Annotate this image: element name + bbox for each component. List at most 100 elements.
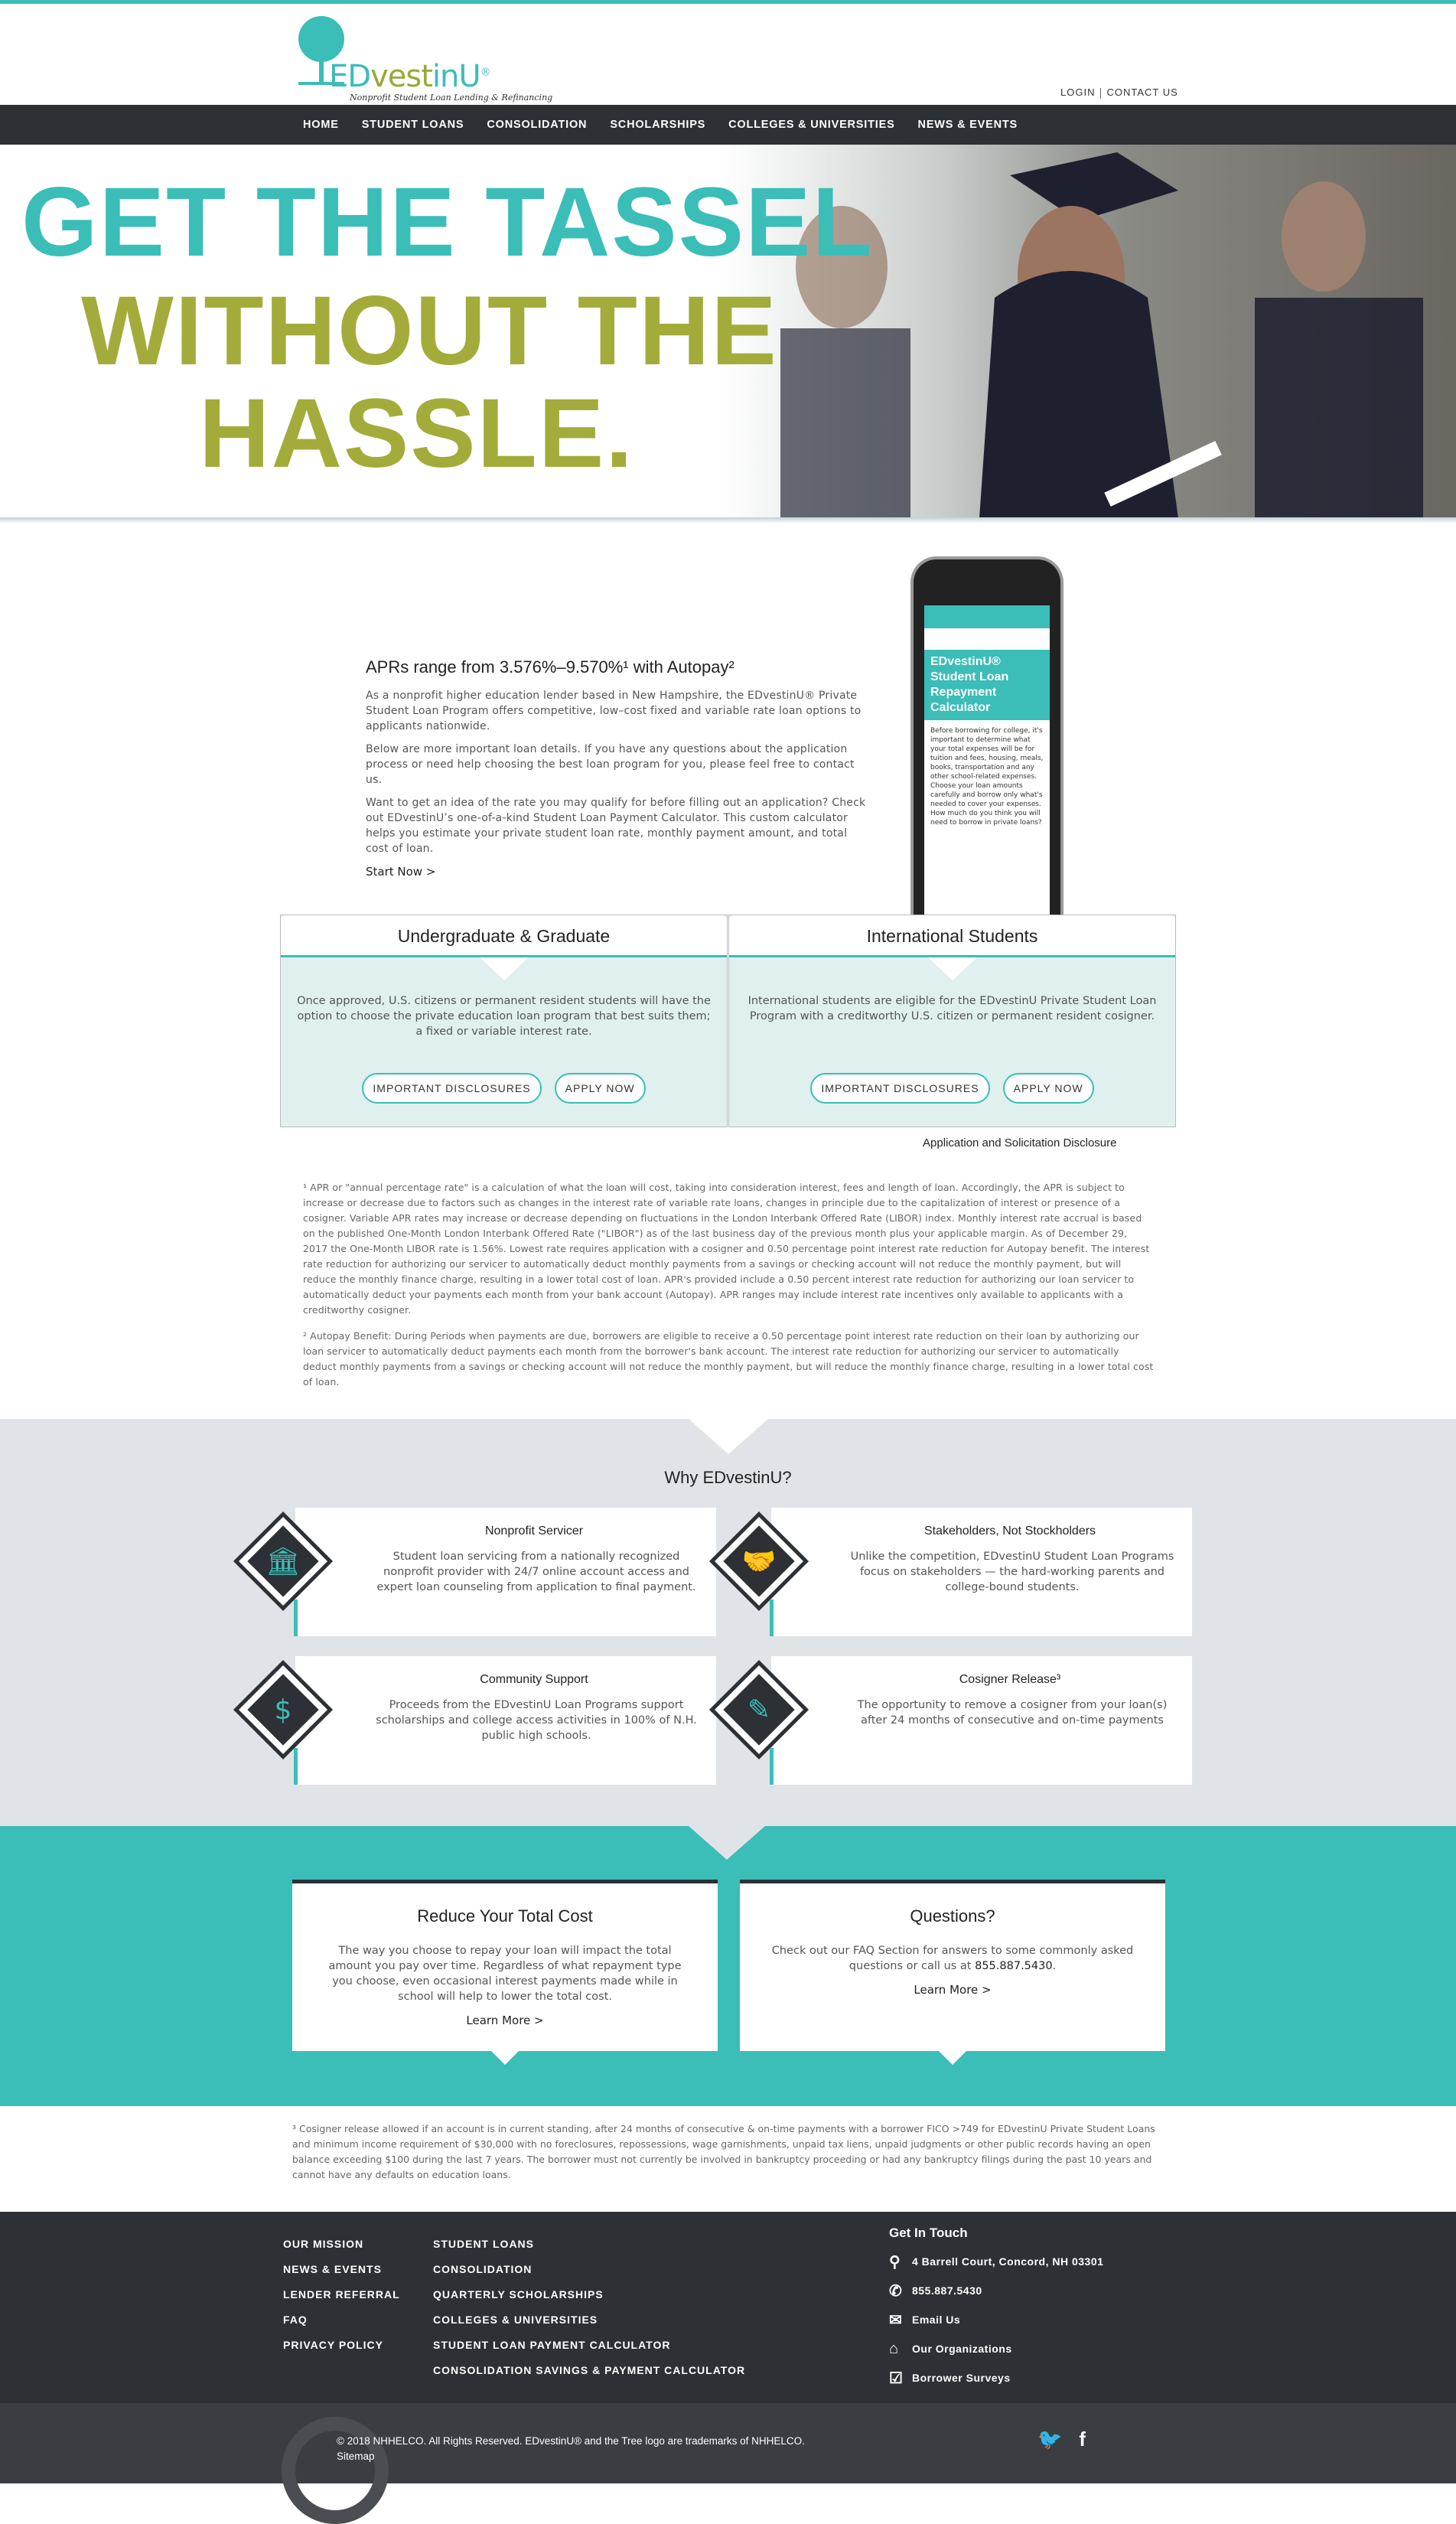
card-body: The opportunity to remove a cosigner fro…: [857, 1699, 1168, 1727]
footer-news-events[interactable]: NEWS & EVENTS: [283, 2257, 400, 2282]
edvestinu-logo[interactable]: EDvestinU® Nonprofit Student Loan Lendin…: [292, 15, 552, 103]
apr-heading: APRs range from 3.576%–9.570%¹ with Auto…: [366, 657, 735, 677]
get-in-touch-heading: Get In Touch: [889, 2226, 968, 2240]
bank-icon: 🏛: [265, 1546, 301, 1577]
nav-consolidation[interactable]: CONSOLIDATION: [487, 105, 587, 145]
card-body: Proceeds from the EDvestinU Loan Program…: [376, 1699, 697, 1742]
email-row[interactable]: ✉ Email Us: [889, 2305, 1103, 2334]
contact-us-link[interactable]: CONTACT US: [1106, 86, 1178, 98]
card-accent-line: [294, 1600, 298, 1636]
card-title: Stakeholders, Not Stockholders: [923, 1525, 1096, 1538]
reduce-cost-title: Reduce Your Total Cost: [417, 1906, 593, 1926]
international-text: International students are eligible for …: [748, 995, 1157, 1022]
phone-mockup: EDvestinU® Student Loan Repayment Calcul…: [910, 556, 1063, 919]
nav-home[interactable]: HOME: [303, 105, 339, 145]
clipboard-check-icon: ☑: [889, 2369, 904, 2387]
international-title: International Students: [729, 915, 1175, 957]
card-nonprofit-servicer: 🏛 Nonprofit Servicer Student loan servic…: [233, 1508, 716, 1636]
nav-news-events[interactable]: NEWS & EVENTS: [918, 105, 1018, 145]
card-accent-line: [770, 1748, 774, 1785]
reduce-cost-box: Reduce Your Total Cost The way you choos…: [292, 1880, 718, 2065]
card-body: Student loan servicing from a nationally…: [376, 1551, 696, 1593]
organizations-row[interactable]: ⌂ Our Organizations: [889, 2334, 1103, 2363]
box-pointer: [491, 2051, 519, 2065]
undergrad-disclosures-button[interactable]: IMPORTANT DISCLOSURES: [362, 1073, 542, 1104]
cta-notch: [689, 1826, 765, 1860]
undergrad-text: Once approved, U.S. citizens or permanen…: [297, 995, 711, 1038]
dollar-icon: $: [274, 1694, 292, 1726]
bottom-bar: © 2018 NHHELCO. All Rights Reserved. EDv…: [0, 2403, 1456, 2524]
phone-icon: ✆: [889, 2282, 903, 2300]
footer-colleges-universities[interactable]: COLLEGES & UNIVERSITIES: [433, 2307, 745, 2333]
undergrad-graduate-box: Undergraduate & Graduate Once approved, …: [280, 915, 728, 1127]
get-in-touch: Get In Touch ⚲ 4 Barrell Court, Concord, …: [889, 2226, 1103, 2392]
footer-quarterly-scholarships[interactable]: QUARTERLY SCHOLARSHIPS: [433, 2282, 745, 2307]
phone-row[interactable]: ✆ 855.887.5430: [889, 2276, 1103, 2305]
footnote-1: ¹ APR or "annual percentage rate" is a c…: [303, 1182, 1150, 1316]
hero-line-2: WITHOUT THE: [81, 276, 778, 386]
footer-student-loans[interactable]: STUDENT LOANS: [433, 2232, 745, 2257]
international-arrow: [927, 957, 977, 980]
phone-header-bar: [924, 605, 1050, 628]
card-community-support: $ Community Support Proceeds from the ED…: [233, 1656, 716, 1785]
top-links: LOGIN CONTACT US: [1060, 86, 1178, 99]
card-body: Unlike the competition, EDvestinU Studen…: [850, 1551, 1174, 1593]
phone-screen: EDvestinU® Student Loan Repayment Calcul…: [924, 605, 1050, 919]
footer-col-2: STUDENT LOANS CONSOLIDATION QUARTERLY SC…: [433, 2232, 745, 2383]
card-title: Cosigner Release³: [959, 1673, 1061, 1686]
hero-banner: GET THE TASSEL WITHOUT THE HASSLE.: [0, 145, 1456, 518]
questions-learn-more[interactable]: Learn More >: [740, 1983, 1165, 1997]
international-box: International Students International stu…: [728, 915, 1176, 1127]
phone-calc-title: EDvestinU® Student Loan Repayment Calcul…: [924, 650, 1050, 720]
hero-line-1: GET THE TASSEL: [21, 168, 874, 277]
why-section: Why EDvestinU? 🏛 Nonprofit Servicer Stud…: [0, 1419, 1456, 1826]
questions-box: Questions? Check out our FAQ Section for…: [740, 1880, 1165, 2065]
card-accent-line: [770, 1600, 774, 1636]
reduce-cost-learn-more[interactable]: Learn More >: [292, 2014, 718, 2027]
footer-consolidation-calculator[interactable]: CONSOLIDATION SAVINGS & PAYMENT CALCULAT…: [433, 2358, 745, 2383]
footer-faq[interactable]: FAQ: [283, 2307, 400, 2333]
start-now-link[interactable]: Start Now >: [366, 865, 435, 879]
watermark-ring: [282, 2417, 389, 2524]
undergrad-apply-button[interactable]: APPLY NOW: [554, 1073, 646, 1104]
footer-consolidation[interactable]: CONSOLIDATION: [433, 2257, 745, 2282]
envelope-icon: ✉: [889, 2311, 903, 2329]
footnotes: ¹ APR or "annual percentage rate" is a c…: [303, 1180, 1154, 1401]
hero-divider: [0, 517, 1456, 523]
box-pointer: [939, 2051, 966, 2065]
nav-student-loans[interactable]: STUDENT LOANS: [362, 105, 464, 145]
international-disclosures-button[interactable]: IMPORTANT DISCLOSURES: [810, 1073, 990, 1104]
facebook-icon[interactable]: f: [1079, 2428, 1086, 2451]
footer-privacy-policy[interactable]: PRIVACY POLICY: [283, 2333, 400, 2358]
questions-phone[interactable]: 855.887.5430: [975, 1960, 1052, 1972]
handshake-icon: 🤝: [741, 1546, 777, 1577]
logo-tagline: Nonprofit Student Loan Lending & Refinan…: [350, 93, 553, 103]
nav-colleges-universities[interactable]: COLLEGES & UNIVERSITIES: [728, 105, 894, 145]
social-links: 🐦 f: [1037, 2428, 1103, 2451]
sitemap-link[interactable]: Sitemap: [337, 2451, 375, 2462]
footer-lender-referral[interactable]: LENDER REFERRAL: [283, 2282, 400, 2307]
card-title: Community Support: [480, 1673, 588, 1686]
surveys-row[interactable]: ☑ Borrower Surveys: [889, 2363, 1103, 2392]
nav-scholarships[interactable]: SCHOLARSHIPS: [610, 105, 705, 145]
application-disclosure-link[interactable]: Application and Solicitation Disclosure: [923, 1136, 1116, 1149]
card-stakeholders: 🤝 Stakeholders, Not Stockholders Unlike …: [708, 1508, 1192, 1636]
twitter-icon[interactable]: 🐦: [1037, 2428, 1062, 2451]
main-nav: HOME STUDENT LOANS CONSOLIDATION SCHOLAR…: [0, 105, 1456, 145]
questions-title: Questions?: [910, 1906, 995, 1926]
international-apply-button[interactable]: APPLY NOW: [1002, 1073, 1094, 1104]
footer-our-mission[interactable]: OUR MISSION: [283, 2232, 400, 2257]
building-icon: ⌂: [889, 2340, 899, 2357]
logo-wordmark: EDvestinU®: [329, 59, 491, 94]
hero-line-3: HASSLE.: [199, 379, 634, 488]
card-accent-line: [294, 1748, 298, 1785]
intro-paragraph-3: Want to get an idea of the rate you may …: [366, 797, 866, 855]
undergrad-title: Undergraduate & Graduate: [281, 915, 727, 957]
footer-payment-calculator[interactable]: STUDENT LOAN PAYMENT CALCULATOR: [433, 2333, 745, 2358]
pen-signature-icon: ✎: [747, 1694, 771, 1726]
copyright-text: © 2018 NHHELCO. All Rights Reserved. EDv…: [337, 2435, 805, 2447]
intro-section: APRs range from 3.576%–9.570%¹ with Auto…: [366, 657, 871, 879]
site-footer: OUR MISSION NEWS & EVENTS LENDER REFERRA…: [0, 2212, 1456, 2403]
site-header: EDvestinU® Nonprofit Student Loan Lendin…: [0, 4, 1456, 105]
login-link[interactable]: LOGIN: [1060, 86, 1095, 98]
